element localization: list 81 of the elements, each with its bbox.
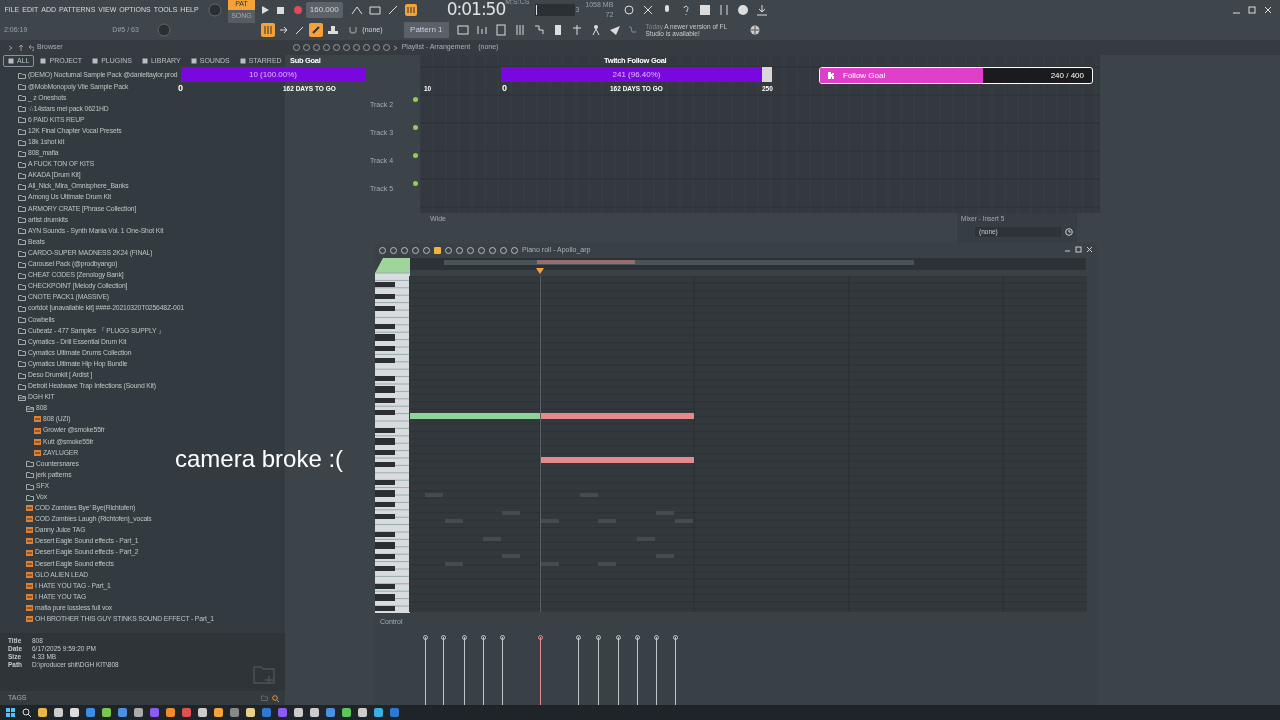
audio-file-icon xyxy=(34,449,41,456)
mixer-icon[interactable] xyxy=(718,4,731,16)
velocity-bar[interactable] xyxy=(673,635,678,705)
velocity-bar[interactable] xyxy=(423,635,428,705)
mode-icon[interactable] xyxy=(404,4,417,16)
start-icon[interactable] xyxy=(6,708,15,717)
audio-file-icon xyxy=(26,560,33,567)
pattern-selector[interactable]: Pattern 1 xyxy=(404,22,449,38)
velocity-bar[interactable] xyxy=(616,635,621,705)
folder-icon[interactable] xyxy=(261,694,268,701)
audio-file-icon xyxy=(26,549,33,556)
cross-icon[interactable] xyxy=(642,4,655,16)
pencil-icon[interactable] xyxy=(434,246,441,254)
tempo-field[interactable]: 160.000 xyxy=(305,2,343,18)
tab-icon xyxy=(190,58,197,64)
clock-icon[interactable] xyxy=(1065,228,1073,236)
stamp-icon[interactable] xyxy=(326,24,339,36)
knob-icon[interactable] xyxy=(208,3,223,17)
globe-icon[interactable] xyxy=(749,25,760,35)
audio-file-icon xyxy=(26,538,33,545)
download-icon[interactable] xyxy=(756,4,769,16)
velocity-bar[interactable] xyxy=(635,635,640,705)
close-icon[interactable] xyxy=(1264,6,1272,14)
tab-icon xyxy=(141,58,148,64)
toolbar-icon[interactable] xyxy=(350,5,363,15)
goal-title: Follow Goal xyxy=(843,69,886,82)
velocity-bar[interactable] xyxy=(576,635,581,705)
toolbar-icon[interactable] xyxy=(368,5,381,15)
velocity-bar[interactable] xyxy=(441,635,446,705)
track-led-icon[interactable] xyxy=(413,97,418,102)
goal-count: 240 / 400 xyxy=(1050,69,1084,82)
time-display: 0:01:50 xyxy=(446,0,506,22)
audio-file-icon xyxy=(34,427,41,434)
tab-icon xyxy=(40,58,47,64)
velocity-bar[interactable] xyxy=(538,635,543,705)
up-arrow-icon[interactable] xyxy=(18,44,24,51)
tab-icon xyxy=(239,58,246,64)
chart-icon[interactable] xyxy=(475,24,488,36)
restore-icon[interactable] xyxy=(1248,6,1256,14)
audio-file-icon xyxy=(26,505,33,512)
record-icon[interactable] xyxy=(293,6,302,14)
audio-file-icon xyxy=(34,438,41,445)
track-led-icon[interactable] xyxy=(413,125,418,130)
audio-file-icon xyxy=(26,616,33,623)
goal-start: 0 xyxy=(502,82,507,95)
channel-rack-icon[interactable] xyxy=(494,24,507,36)
caption-text: camera broke :( xyxy=(175,444,344,474)
pencil-icon[interactable] xyxy=(294,25,305,35)
stop-icon[interactable] xyxy=(276,6,284,14)
tab-icon xyxy=(92,58,99,64)
velocity-bar[interactable] xyxy=(654,635,659,705)
toolbar-icon[interactable] xyxy=(386,5,399,15)
send-icon[interactable] xyxy=(608,24,621,36)
goal-bar: 10 (100.00%) xyxy=(181,67,365,82)
cpu-meter xyxy=(535,4,576,16)
velocity-bar[interactable] xyxy=(596,635,601,705)
audio-file-icon xyxy=(26,582,33,589)
audio-file-icon xyxy=(26,527,33,534)
track-led-icon[interactable] xyxy=(413,181,418,186)
velocity-bar[interactable] xyxy=(481,635,486,705)
goal-bar: 241 (96.40%) xyxy=(501,67,772,82)
velocity-bar[interactable] xyxy=(462,635,467,705)
restore-icon[interactable] xyxy=(1075,246,1082,253)
link-icon[interactable] xyxy=(308,23,323,37)
playlist-icon[interactable] xyxy=(456,24,469,36)
tab-icon xyxy=(8,58,14,64)
audio-file-icon xyxy=(26,605,33,612)
audio-file-icon xyxy=(26,571,33,578)
playhead-marker-icon[interactable] xyxy=(536,268,544,274)
kick-logo-icon xyxy=(828,72,835,79)
mixer-icon[interactable] xyxy=(513,24,526,36)
piano-icon[interactable] xyxy=(260,23,275,37)
track-led-icon[interactable] xyxy=(413,153,418,158)
play-icon[interactable] xyxy=(260,6,269,14)
knob-icon[interactable] xyxy=(156,23,171,37)
audio-file-icon xyxy=(26,593,33,600)
audio-file-icon xyxy=(26,516,33,523)
audio-file-icon xyxy=(34,416,41,423)
close-icon[interactable] xyxy=(1086,246,1093,253)
velocity-bar[interactable] xyxy=(500,635,505,705)
goal-start: 0 xyxy=(178,82,183,95)
